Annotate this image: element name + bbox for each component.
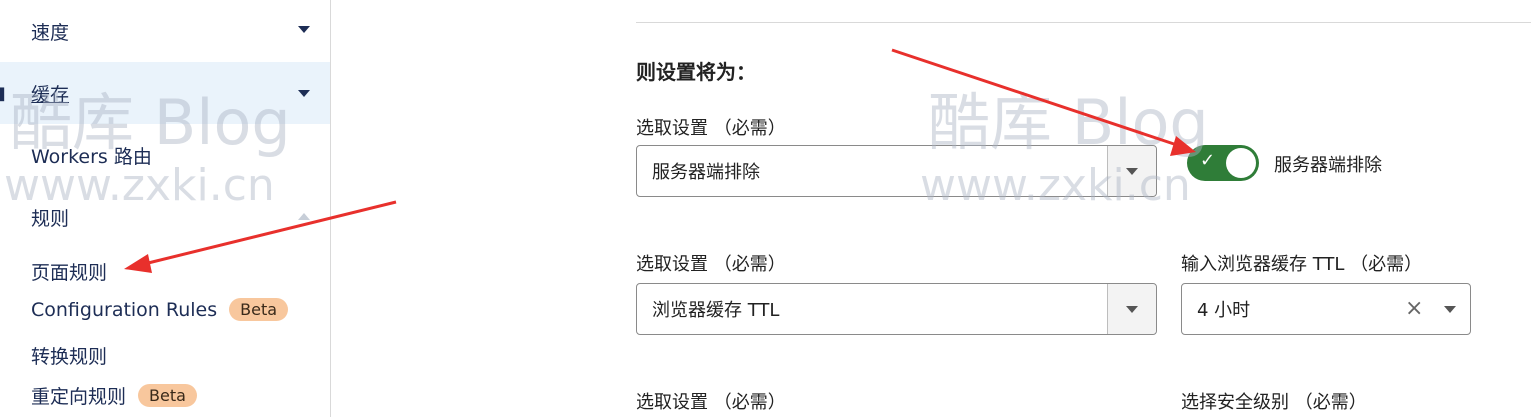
annotation-arrow-line: [891, 48, 1181, 148]
annotation-arrowhead: [124, 254, 152, 273]
annotation-arrows: [124, 48, 1196, 273]
annotation-arrow-line: [139, 200, 397, 267]
annotation-arrowhead: [1170, 136, 1196, 156]
